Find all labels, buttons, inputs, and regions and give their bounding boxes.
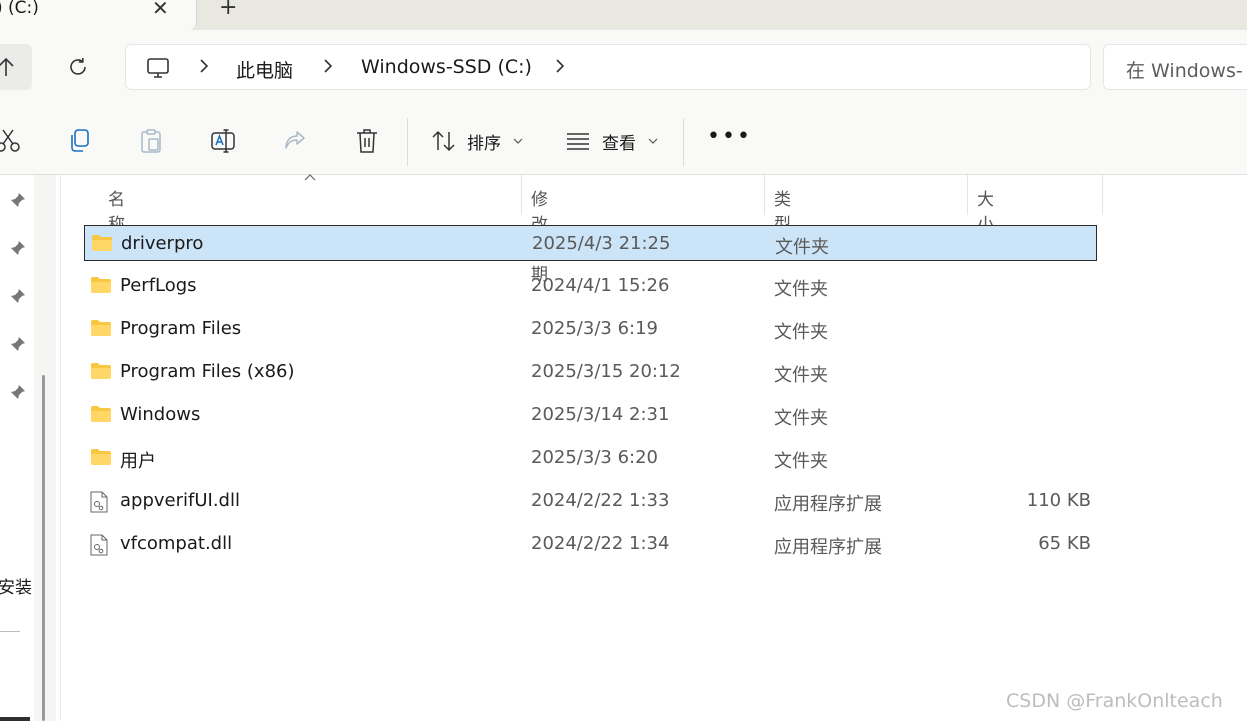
file-name: Program Files <box>120 318 242 339</box>
file-type: 文件夹 <box>775 237 829 258</box>
new-tab-button[interactable]: + <box>219 0 237 20</box>
nav-item-label[interactable]: 安装 <box>0 573 32 598</box>
refresh-icon[interactable] <box>67 56 89 78</box>
pin-icon[interactable] <box>10 192 26 208</box>
address-bar[interactable]: 此电脑 Windows-SSD (C:) <box>125 44 1091 90</box>
tab-close-icon[interactable]: ✕ <box>152 0 169 20</box>
view-icon[interactable] <box>565 128 591 154</box>
sort-button[interactable]: 排序 <box>467 129 501 154</box>
breadcrumb-drive-c[interactable]: Windows-SSD (C:) <box>361 56 532 78</box>
file-type: 应用程序扩展 <box>774 494 882 515</box>
breadcrumb-this-pc[interactable]: 此电脑 <box>236 56 293 83</box>
file-row[interactable]: vfcompat.dll 2024/2/22 1:34 应用程序扩展 65 KB <box>84 526 1097 562</box>
file-date: 2024/2/22 1:33 <box>531 490 670 511</box>
breadcrumb-chevron-icon[interactable] <box>322 56 334 76</box>
rename-icon[interactable] <box>210 128 236 154</box>
share-icon[interactable] <box>283 128 307 154</box>
column-divider[interactable] <box>764 175 765 215</box>
nav-item-partial <box>0 717 30 721</box>
sort-ascending-icon <box>304 174 316 181</box>
file-type: 文件夹 <box>774 451 828 472</box>
folder-icon <box>90 362 112 384</box>
column-divider[interactable] <box>521 175 522 215</box>
copy-icon[interactable] <box>67 128 91 154</box>
folder-icon <box>90 448 112 470</box>
sort-icon[interactable] <box>431 128 457 154</box>
column-divider[interactable] <box>967 175 968 215</box>
address-row: 此电脑 Windows-SSD (C:) 在 Windows- <box>0 30 1247 104</box>
file-name: appverifUI.dll <box>120 490 240 511</box>
file-type: 文件夹 <box>774 279 828 300</box>
file-row[interactable]: driverpro 2025/4/3 21:25 文件夹 <box>84 225 1097 261</box>
folder-icon <box>90 319 112 341</box>
toolbar-divider <box>407 118 408 166</box>
file-type: 文件夹 <box>774 322 828 343</box>
file-date: 2024/4/1 15:26 <box>531 275 670 296</box>
file-date: 2025/4/3 21:25 <box>532 233 671 254</box>
nav-scrollbar-thumb[interactable] <box>42 375 45 721</box>
nav-scrollbar-track[interactable] <box>34 175 56 721</box>
command-bar: 排序 查看 ••• <box>0 104 1247 175</box>
more-options-button[interactable]: ••• <box>707 126 752 148</box>
column-divider[interactable] <box>1102 175 1103 215</box>
navigation-pane: 安装 <box>0 175 60 721</box>
file-size: 65 KB <box>1038 533 1091 554</box>
file-date: 2025/3/14 2:31 <box>531 404 670 425</box>
breadcrumb-chevron-icon[interactable] <box>554 56 566 76</box>
file-name: vfcompat.dll <box>120 533 233 554</box>
file-row[interactable]: appverifUI.dll 2024/2/22 1:33 应用程序扩展 110 KB <box>84 483 1097 519</box>
file-size: 110 KB <box>1026 490 1091 511</box>
file-row[interactable]: Windows 2025/3/14 2:31 文件夹 <box>84 397 1097 433</box>
delete-icon[interactable] <box>355 128 379 154</box>
file-row[interactable]: 用户 2025/3/3 6:20 文件夹 <box>84 440 1097 476</box>
pin-icon[interactable] <box>10 288 26 304</box>
breadcrumb-chevron-icon[interactable] <box>198 56 210 76</box>
file-type: 文件夹 <box>774 408 828 429</box>
pin-icon[interactable] <box>10 240 26 256</box>
file-date: 2025/3/15 20:12 <box>531 361 681 382</box>
file-row[interactable]: PerfLogs 2024/4/1 15:26 文件夹 <box>84 268 1097 304</box>
folder-icon <box>90 405 112 427</box>
folder-icon <box>91 234 113 256</box>
chevron-down-icon <box>513 138 523 144</box>
file-type: 应用程序扩展 <box>774 537 882 558</box>
up-button[interactable] <box>0 44 32 90</box>
file-name: 用户 <box>120 451 156 472</box>
pin-icon[interactable] <box>10 336 26 352</box>
file-name: Windows <box>120 404 201 425</box>
file-date: 2025/3/3 6:19 <box>531 318 658 339</box>
dll-file-icon <box>90 534 108 560</box>
file-date: 2025/3/3 6:20 <box>531 447 658 468</box>
file-name: PerfLogs <box>120 275 197 296</box>
search-placeholder: 在 Windows- <box>1126 60 1243 82</box>
dll-file-icon <box>90 491 108 517</box>
chevron-down-icon <box>648 138 658 144</box>
folder-icon <box>90 276 112 298</box>
file-row[interactable]: Program Files (x86) 2025/3/15 20:12 文件夹 <box>84 354 1097 390</box>
view-button[interactable]: 查看 <box>602 129 636 154</box>
tab-current[interactable]: ) (C:) ✕ <box>0 0 197 30</box>
watermark: CSDN @FrankOnlteach <box>1006 690 1223 712</box>
file-row[interactable]: Program Files 2025/3/3 6:19 文件夹 <box>84 311 1097 347</box>
file-date: 2024/2/22 1:34 <box>531 533 670 554</box>
arrow-up-icon <box>0 57 14 76</box>
search-input[interactable]: 在 Windows- <box>1103 44 1247 90</box>
this-pc-icon <box>147 58 169 78</box>
paste-icon[interactable] <box>139 128 163 154</box>
file-name: driverpro <box>121 233 204 254</box>
pane-divider <box>60 175 61 721</box>
file-type: 文件夹 <box>774 365 828 386</box>
pin-icon[interactable] <box>10 384 26 400</box>
cut-icon[interactable] <box>0 128 20 154</box>
tab-strip: ) (C:) ✕ + <box>0 0 1247 30</box>
file-name: Program Files (x86) <box>120 361 295 382</box>
tab-title: ) (C:) <box>0 0 39 18</box>
toolbar-divider <box>683 118 684 166</box>
nav-divider <box>0 631 20 632</box>
